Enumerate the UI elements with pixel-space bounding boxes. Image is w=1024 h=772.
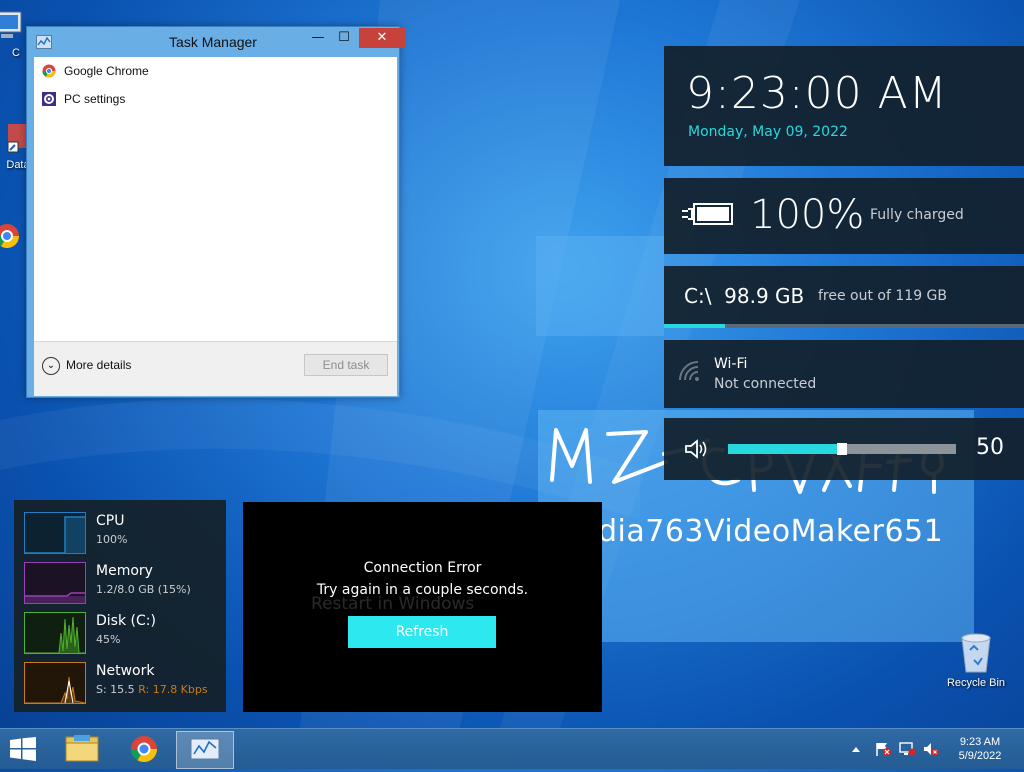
memory-graph [24,562,86,604]
taskbar-chrome[interactable] [116,731,172,767]
chrome-icon [42,64,56,78]
disk-usage-fill [664,324,726,328]
network-receive: R: 17.8 Kbps [138,683,208,696]
end-task-button[interactable]: End task [304,354,388,376]
maximize-button[interactable]: ☐ [331,28,357,48]
show-hidden-icons-icon[interactable] [850,741,862,757]
perf-item-network[interactable]: Network S: 15.5 R: 17.8 Kbps [14,654,226,704]
disk-label: C:\ 98.9 GB [684,284,804,308]
perf-name: Memory [96,563,153,579]
battery-icon [682,203,733,225]
wifi-widget[interactable]: Wi-Fi Not connected [664,340,1024,408]
close-button[interactable]: ✕ [359,28,405,48]
volume-thumb[interactable] [837,443,847,455]
performance-panel: CPU 100% Memory 1.2/8.0 GB (15%) Disk (C… [14,500,226,712]
wifi-status: Not connected [714,376,817,392]
app-name: Google Chrome [64,64,149,78]
volume-value: 50 [976,435,1004,460]
error-heading: Connection Error [363,560,482,576]
task-manager-window: Task Manager — ☐ ✕ Google Chrome PC sett… [26,26,405,398]
volume-muted-icon[interactable] [922,741,940,757]
list-item[interactable]: PC settings [34,85,397,111]
disk-detail: free out of 119 GB [818,288,948,304]
recycle-bin-label: Recycle Bin [946,677,1006,689]
volume-slider[interactable] [728,443,956,455]
taskbar-file-explorer[interactable] [54,731,110,767]
refresh-button[interactable]: Refresh [348,616,496,648]
more-details-toggle[interactable]: ⌄ More details [42,357,131,375]
taskbar-time: 9:23 AM [959,736,1001,748]
taskbar-clock[interactable]: 9:23 AM 5/9/2022 [944,735,1016,763]
chevron-down-icon: ⌄ [42,357,60,375]
battery-percent: 100% [750,192,865,238]
clock-date: Monday, May 09, 2022 [688,124,848,140]
disk-graph [24,612,86,654]
speaker-icon[interactable] [684,438,710,460]
translucent-panel [536,236,664,336]
taskbar-task-manager[interactable] [176,731,234,769]
app-list: Google Chrome PC settings [34,57,397,369]
network-send: S: 15.5 [96,683,135,696]
chrome-icon [0,224,19,249]
perf-value: S: 15.5 R: 17.8 Kbps [96,683,208,696]
taskbar: 9:23 AM 5/9/2022 [0,728,1024,769]
cpu-graph [24,512,86,554]
gear-icon [42,92,56,106]
task-manager-icon [190,738,220,760]
computer-icon [0,11,22,38]
action-center-icon[interactable] [874,741,892,757]
disk-usage-bar [664,324,1024,328]
overlay-maker-text: dia763VideoMaker651 [598,514,944,549]
wifi-name: Wi-Fi [714,356,748,372]
network-icon[interactable] [898,741,916,757]
clock-widget: 9:23:00 AM Monday, May 09, 2022 [664,46,1024,166]
perf-value: 100% [96,533,128,546]
perf-value: 45% [96,633,121,646]
perf-item-memory[interactable]: Memory 1.2/8.0 GB (15%) [14,554,226,604]
task-manager-footer: ⌄ More details End task [34,341,397,396]
minimize-button[interactable]: — [305,28,331,48]
network-graph [24,662,86,704]
error-message: Try again in a couple seconds. [316,582,529,598]
list-item[interactable]: Google Chrome [34,57,397,83]
app-name: PC settings [64,92,126,106]
folder-icon [65,735,99,762]
battery-status: Fully charged [870,207,964,223]
chrome-icon [130,736,158,763]
disk-free: 98.9 GB [724,284,805,308]
perf-item-cpu[interactable]: CPU 100% [14,504,226,554]
wifi-icon [679,361,699,381]
perf-name: Network [96,663,155,679]
connection-error-panel: Restart in Windows Connection Error Try … [243,502,602,712]
perf-value: 1.2/8.0 GB (15%) [96,583,191,596]
disk-drive: C:\ [684,284,712,308]
volume-fill [728,444,842,454]
perf-item-disk[interactable]: Disk (C:) 45% [14,604,226,654]
volume-widget: 50 [664,418,1024,480]
taskbar-date: 5/9/2022 [958,750,1002,762]
windows-start-icon[interactable] [10,737,36,761]
recycle-bin-icon [961,633,991,673]
disk-widget: C:\ 98.9 GB free out of 119 GB [664,266,1024,328]
perf-name: CPU [96,513,125,529]
clock-time: 9:23:00 AM [686,68,948,119]
perf-name: Disk (C:) [96,613,156,629]
more-details-label: More details [66,358,132,373]
battery-widget: 100% Fully charged [664,178,1024,254]
title-bar[interactable]: Task Manager — ☐ ✕ [27,27,405,57]
desktop-icon-recycle-bin[interactable]: Recycle Bin [940,630,1012,689]
